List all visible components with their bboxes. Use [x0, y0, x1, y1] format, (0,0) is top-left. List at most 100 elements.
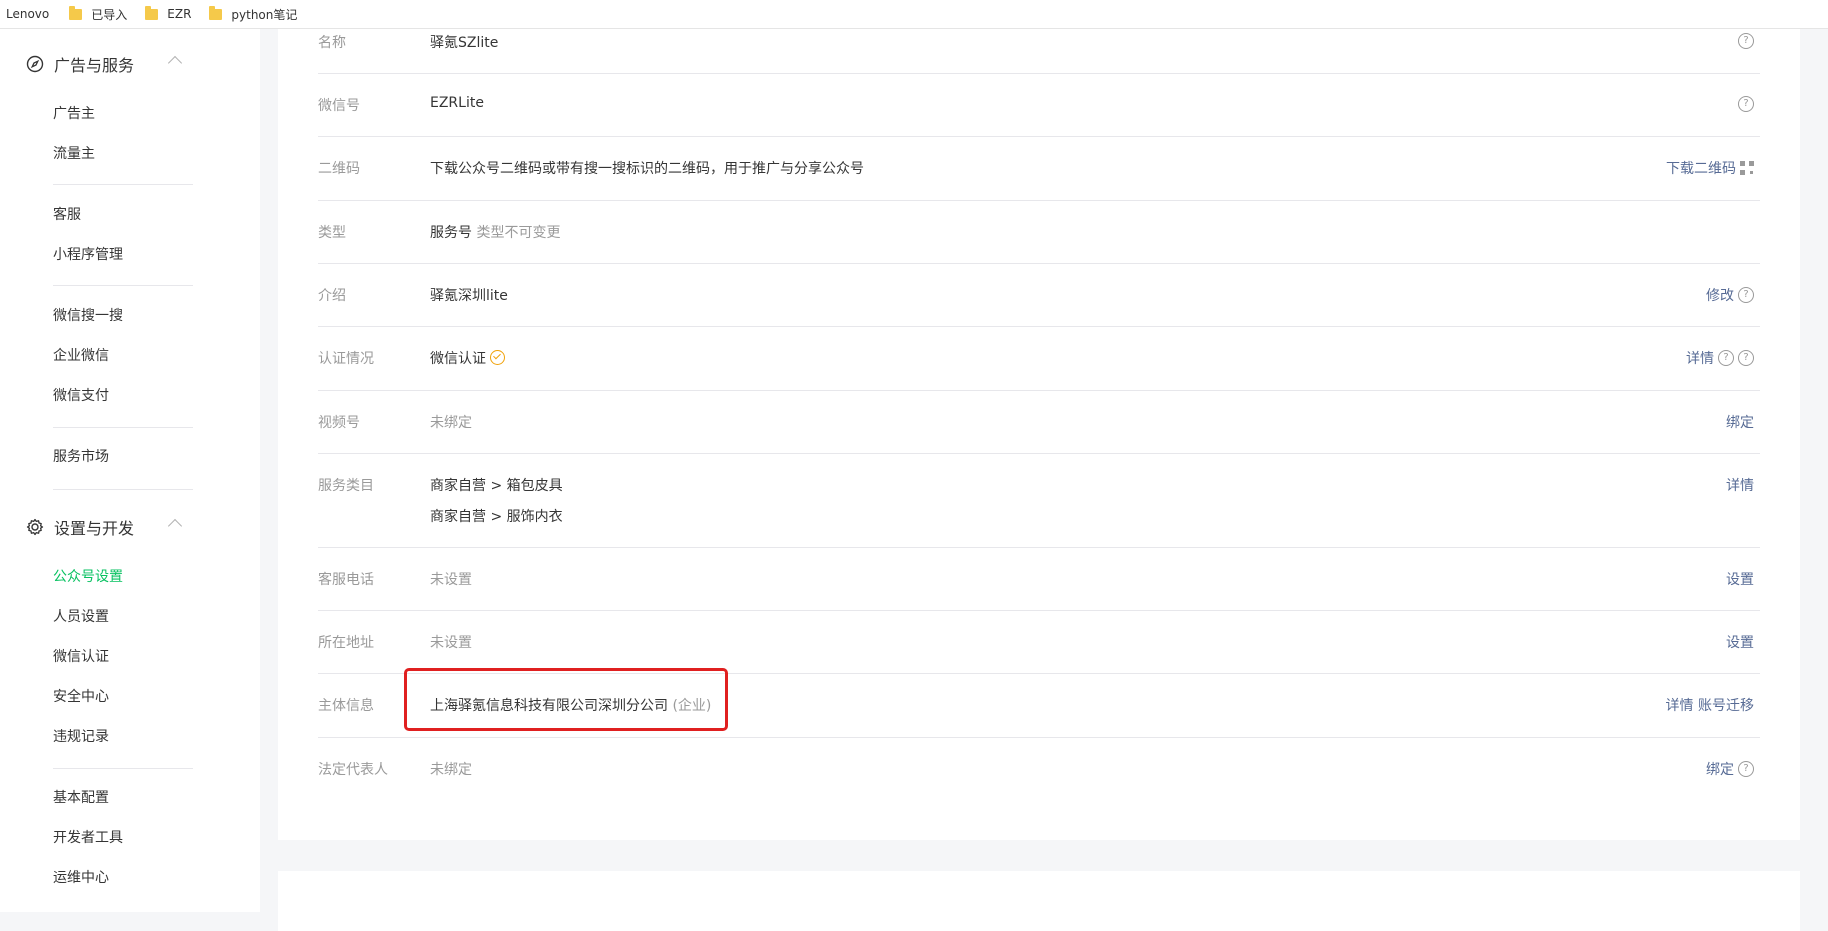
row-label: 认证情况 — [318, 351, 374, 367]
bookmark-label: EZR — [167, 7, 192, 21]
help-icon[interactable]: ? — [1738, 350, 1754, 366]
account-name-value: 驿氪SZlite — [430, 35, 499, 51]
bookmark-lenovo[interactable]: Lenovo — [6, 7, 49, 21]
download-qrcode-label: 下载二维码 — [1666, 161, 1736, 177]
help-icon[interactable]: ? — [1738, 761, 1754, 777]
bookmarks-bar: Lenovo 已导入 EZR python笔记 — [0, 0, 1828, 29]
entity-details-link[interactable]: 详情 — [1666, 695, 1694, 715]
row-address: 所在地址 未设置 设置 — [318, 610, 1760, 674]
sidebar-item-customer-service[interactable]: 客服 — [53, 205, 81, 225]
sidebar-divider — [53, 427, 193, 428]
next-card — [278, 871, 1800, 931]
row-service-phone: 客服电话 未设置 设置 — [318, 547, 1760, 611]
set-address-link[interactable]: 设置 — [1726, 632, 1754, 652]
sidebar-group-title: 设置与开发 — [54, 519, 135, 538]
qrcode-icon — [1740, 161, 1754, 175]
row-verification: 认证情况 微信认证 详情 ? ? — [318, 326, 1760, 391]
bookmark-label: 已导入 — [91, 7, 128, 22]
type-value: 服务号 类型不可变更 — [430, 222, 560, 242]
download-qrcode-link[interactable]: 下载二维码 — [1666, 158, 1754, 178]
edit-intro-link[interactable]: 修改 — [1706, 285, 1734, 305]
sidebar-item-wechat-pay[interactable]: 微信支付 — [53, 386, 109, 406]
sidebar-item-dev-tools[interactable]: 开发者工具 — [53, 828, 123, 848]
bookmark-imported[interactable]: 已导入 — [69, 5, 128, 23]
row-label: 二维码 — [318, 161, 360, 177]
video-channel-value: 未绑定 — [430, 415, 472, 431]
row-service-category: 服务类目 商家自营 > 箱包皮具 商家自营 > 服饰内衣 详情 — [318, 453, 1760, 548]
bookmark-label: Lenovo — [6, 7, 50, 21]
sidebar-item-service-market[interactable]: 服务市场 — [53, 447, 109, 467]
row-label: 所在地址 — [318, 635, 374, 651]
category-value-1: 商家自营 > 箱包皮具 — [430, 478, 563, 494]
sidebar-divider — [53, 768, 193, 769]
row-label: 主体信息 — [318, 698, 374, 714]
sidebar-group-title: 广告与服务 — [54, 56, 135, 75]
verified-check-icon — [490, 350, 505, 365]
sidebar-divider — [53, 285, 193, 286]
sidebar-item-advertiser[interactable]: 广告主 — [53, 104, 95, 124]
row-name: 名称 驿氪SZlite ? — [318, 29, 1760, 74]
row-label: 客服电话 — [318, 572, 374, 588]
sidebar-group-settings-dev[interactable]: 设置与开发 — [26, 515, 183, 539]
row-legal-rep: 法定代表人 未绑定 绑定 ? — [318, 737, 1760, 800]
verification-value: 微信认证 — [430, 348, 505, 368]
sidebar-item-violations[interactable]: 违规记录 — [53, 727, 109, 747]
sidebar-item-wechat-search[interactable]: 微信搜一搜 — [53, 306, 123, 326]
verification-text: 微信认证 — [430, 351, 486, 367]
row-wechat-id: 微信号 EZRLite ? — [318, 73, 1760, 137]
sidebar-item-wechat-verify[interactable]: 微信认证 — [53, 647, 109, 667]
row-label: 介绍 — [318, 288, 346, 304]
row-label: 视频号 — [318, 415, 360, 431]
row-label: 类型 — [318, 225, 346, 241]
chevron-up-icon — [167, 518, 183, 534]
account-migration-link[interactable]: 账号迁移 — [1698, 695, 1754, 715]
sidebar-divider — [53, 184, 193, 185]
set-phone-link[interactable]: 设置 — [1726, 569, 1754, 589]
folder-icon — [145, 5, 159, 20]
legal-rep-value: 未绑定 — [430, 762, 472, 778]
type-text: 服务号 — [430, 225, 472, 241]
address-value: 未设置 — [430, 635, 472, 651]
chevron-up-icon — [167, 55, 183, 71]
service-phone-value: 未设置 — [430, 572, 472, 588]
help-icon[interactable]: ? — [1738, 287, 1754, 303]
help-icon[interactable]: ? — [1738, 96, 1754, 112]
qrcode-description: 下载公众号二维码或带有搜一搜标识的二维码，用于推广与分享公众号 — [430, 161, 864, 177]
sidebar-item-account-settings[interactable]: 公众号设置 — [53, 567, 123, 587]
sidebar-group-ads-services[interactable]: 广告与服务 — [26, 52, 183, 76]
sidebar-divider — [53, 489, 193, 490]
category-details-link[interactable]: 详情 — [1726, 475, 1754, 495]
bind-legal-rep-link[interactable]: 绑定 — [1706, 759, 1734, 779]
bind-video-link[interactable]: 绑定 — [1726, 412, 1754, 432]
bookmark-ezr[interactable]: EZR — [145, 5, 192, 21]
row-label: 服务类目 — [318, 478, 374, 494]
row-intro: 介绍 驿氪深圳lite 修改 ? — [318, 263, 1760, 327]
help-icon[interactable]: ? — [1738, 33, 1754, 49]
gear-icon — [26, 518, 44, 536]
sidebar: 广告与服务 广告主 流量主 客服 小程序管理 微信搜一搜 企业微信 微信支付 服… — [0, 29, 260, 912]
type-note: 类型不可变更 — [476, 225, 561, 241]
bookmark-label: python笔记 — [231, 7, 298, 22]
sidebar-item-security-center[interactable]: 安全中心 — [53, 687, 109, 707]
category-value-2: 商家自营 > 服饰内衣 — [430, 509, 563, 525]
row-label: 名称 — [318, 35, 346, 51]
row-label: 微信号 — [318, 98, 360, 114]
sidebar-item-ops-center[interactable]: 运维中心 — [53, 868, 109, 888]
folder-icon — [209, 5, 223, 20]
help-icon[interactable]: ? — [1718, 350, 1734, 366]
intro-value: 驿氪深圳lite — [430, 288, 508, 304]
sidebar-item-miniprogram[interactable]: 小程序管理 — [53, 245, 123, 265]
wechat-id-value: EZRLite — [430, 95, 484, 111]
compass-icon — [26, 55, 44, 73]
sidebar-item-member-settings[interactable]: 人员设置 — [53, 607, 109, 627]
sidebar-item-wecom[interactable]: 企业微信 — [53, 346, 109, 366]
sidebar-item-basic-config[interactable]: 基本配置 — [53, 788, 109, 808]
row-qrcode: 二维码 下载公众号二维码或带有搜一搜标识的二维码，用于推广与分享公众号 下载二维… — [318, 136, 1760, 201]
sidebar-item-traffic-owner[interactable]: 流量主 — [53, 144, 95, 164]
verification-details-link[interactable]: 详情 — [1686, 348, 1714, 368]
folder-icon — [69, 5, 83, 20]
highlight-annotation-box — [404, 668, 728, 731]
row-video-channel: 视频号 未绑定 绑定 — [318, 390, 1760, 454]
row-label: 法定代表人 — [318, 762, 388, 778]
bookmark-python-notes[interactable]: python笔记 — [209, 5, 298, 23]
